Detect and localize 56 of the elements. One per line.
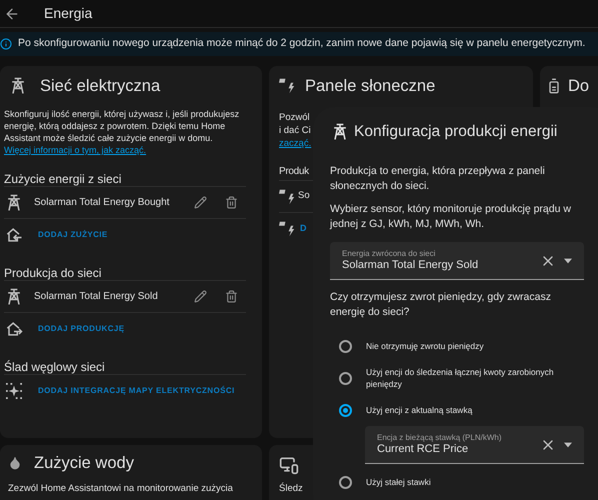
card-title: Zużycie wody xyxy=(34,452,134,474)
back-icon[interactable] xyxy=(4,6,20,22)
info-icon xyxy=(0,38,12,50)
radio-button[interactable] xyxy=(339,404,352,416)
radio-label: Nie otrzymuję zwrotu pieniędzy xyxy=(366,340,485,352)
section-heading: Ślad węglowy sieci xyxy=(4,359,106,374)
field-value: Solarman Total Energy Sold xyxy=(342,258,480,272)
dialog-question: Czy otrzymujesz zwrot pieniędzy, gdy zwracasz energię do sieci? xyxy=(330,290,552,320)
select-field[interactable]: Energia zwrócona do sieci Solarman Total Energy Sold xyxy=(330,242,584,280)
card-description: Skonfiguruj ilość energii, której używasz i, jeśli produkujesz energię, którą oddajesz z powrotem. Dzięki temu Home Assistant może śledzić całe zużycie energii w domu. xyxy=(4,108,240,144)
field-label: Encja z bieżącą stawką (PLN/kWh) xyxy=(377,432,502,443)
section-heading: Zużycie energii z sieci xyxy=(4,171,122,186)
radio-button[interactable] xyxy=(339,372,352,384)
droplet-icon xyxy=(8,456,22,470)
source-name: Solarman Total Energy Sold xyxy=(34,290,159,304)
card-title: Sieć elektryczna xyxy=(40,76,160,97)
radio-label: Użyj encji z aktualną stawką xyxy=(366,404,474,416)
source-name: So xyxy=(298,189,310,204)
card-description: i dać Ci xyxy=(279,124,311,137)
dropdown-caret-icon[interactable] xyxy=(564,256,572,264)
dialog-text: Wybierz sensor, który monitoruje produkcję prądu w jednej z GJ, kWh, MJ, MWh, Wh. xyxy=(330,202,572,232)
add-button[interactable]: D xyxy=(300,222,306,236)
help-link[interactable]: zacząć. xyxy=(279,137,312,150)
radio-button[interactable] xyxy=(339,340,352,352)
edit-icon[interactable] xyxy=(194,196,207,209)
card-title: Do xyxy=(568,76,590,97)
devices-icon xyxy=(279,455,299,475)
section-heading: Produk xyxy=(279,165,309,179)
delete-icon[interactable] xyxy=(225,290,238,303)
radio-button[interactable] xyxy=(339,476,352,488)
help-link[interactable]: Więcej informacji o tym, jak zacząć. xyxy=(4,144,258,156)
source-name: Solarman Total Energy Bought xyxy=(34,196,170,210)
field-label: Energia zwrócona do sieci xyxy=(342,248,436,259)
card-title: Panele słoneczne xyxy=(305,76,436,97)
radio-label: Użyj encji do śledzenia łącznej kwoty zarobionych pieniędzy xyxy=(366,366,555,390)
solar-bolt-icon xyxy=(279,188,295,204)
radio-label: Użyj stałej stawki xyxy=(366,476,432,488)
edit-icon[interactable] xyxy=(194,290,207,303)
solar-bolt-icon xyxy=(279,220,295,236)
add-button[interactable]: DODAJ ZUŻYCIE xyxy=(34,228,112,240)
select-field[interactable]: Encja z bieżącą stawką (PLN/kWh) Current RCE Price xyxy=(365,426,584,464)
dropdown-caret-icon[interactable] xyxy=(564,440,572,448)
dialog-title: Konfiguracja produkcji energii xyxy=(354,122,558,142)
info-text: Po skonfigurowaniu nowego urządzenia może minąć do 2 godzin, zanim nowe dane pojawią się w panelu energetycznym. xyxy=(18,36,586,52)
add-button[interactable]: DODAJ PRODUKCJĘ xyxy=(34,322,128,334)
field-value: Current RCE Price xyxy=(377,442,470,456)
sparkle-grid-icon xyxy=(6,382,22,398)
page-title: Energia xyxy=(44,4,92,23)
card-description: Śledz xyxy=(279,483,304,495)
section-heading: Produkcja do sieci xyxy=(4,265,102,280)
card-description: Zezwól Home Assistantowi na monitorowanie zużycia xyxy=(8,483,234,495)
solar-bolt-icon xyxy=(279,78,295,94)
card-description: Pozwól xyxy=(279,111,310,124)
add-button[interactable]: DODAJ INTEGRACJĘ MAPY ELEKTRYCZNOŚCI xyxy=(34,384,239,396)
delete-icon[interactable] xyxy=(225,196,238,209)
dialog-text: Produkcja to energia, która przepływa z paneli słonecznych do sieci. xyxy=(330,164,546,194)
